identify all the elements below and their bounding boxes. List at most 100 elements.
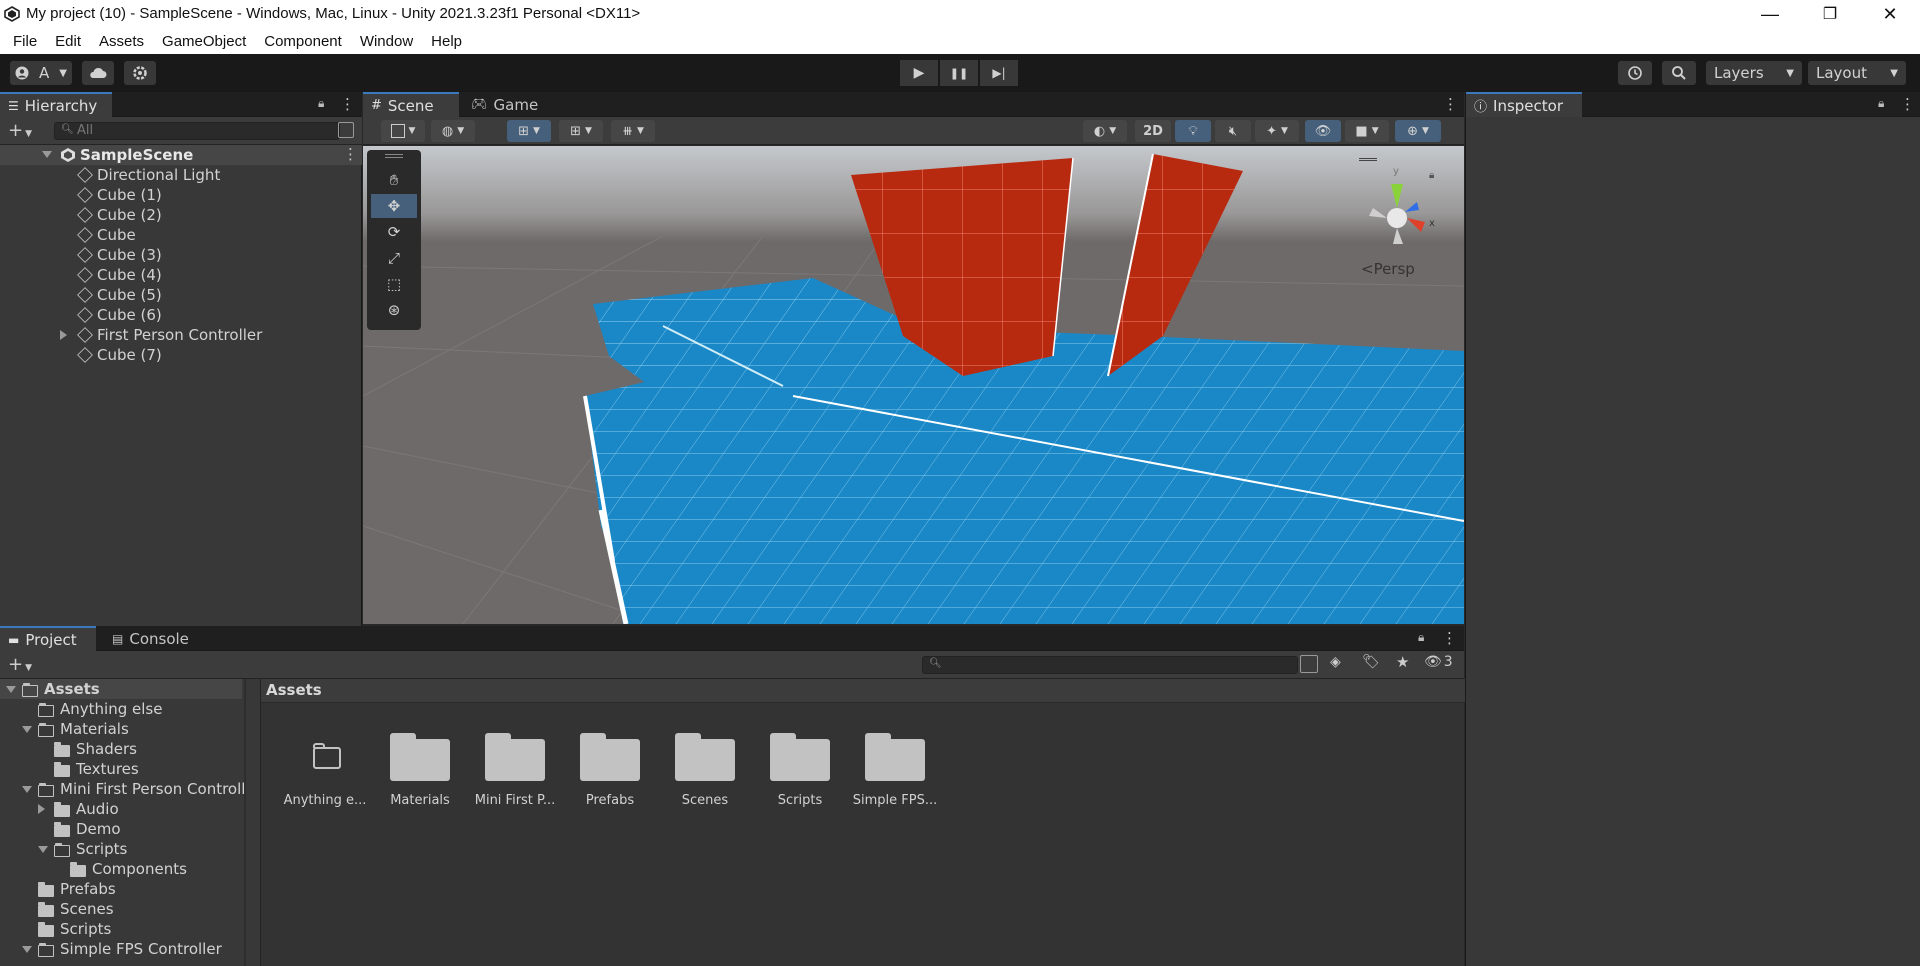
orientation-gizmo[interactable]: y x 🔒︎ — [1353, 156, 1453, 256]
asset-tile[interactable]: Mini First P... — [469, 703, 561, 813]
lighting-toggle[interactable]: 💡︎ — [1175, 120, 1211, 142]
layers-dropdown[interactable]: Layers ▼ — [1706, 61, 1802, 85]
increment-snap-dropdown[interactable]: ⊞ ▼ — [559, 120, 603, 142]
breadcrumb-assets[interactable]: Assets — [266, 681, 322, 699]
folder-tree-item[interactable]: Materials — [0, 719, 242, 739]
hierarchy-item[interactable]: Cube — [0, 225, 362, 245]
tab-project[interactable]: ▬ Project — [0, 626, 96, 651]
search-filter-icon[interactable] — [1300, 655, 1318, 673]
project-search-input[interactable]: 🔍︎ — [922, 656, 1298, 674]
expand-arrow-icon[interactable] — [22, 946, 32, 953]
drag-handle-icon[interactable] — [385, 154, 403, 158]
hierarchy-item[interactable]: Cube (5) — [0, 285, 362, 305]
hierarchy-item[interactable]: Cube (4) — [0, 265, 362, 285]
gizmos-dropdown[interactable]: ⊕ ▼ — [1395, 120, 1441, 142]
scale-tool-button[interactable]: ⤢ — [371, 246, 417, 270]
folder-tree-item[interactable]: Prefabs — [0, 879, 242, 899]
asset-tile[interactable]: Scenes — [659, 703, 751, 813]
expand-arrow-icon[interactable] — [6, 686, 16, 693]
menu-file[interactable]: File — [4, 33, 46, 50]
folder-tree-item[interactable]: Audio — [0, 799, 242, 819]
camera-dropdown[interactable]: ■ ▼ — [1345, 120, 1389, 142]
folder-tree-item[interactable]: Simple FPS Controller — [0, 939, 242, 959]
folder-tree-item[interactable]: Textures — [0, 759, 242, 779]
hierarchy-item[interactable]: Cube (1) — [0, 185, 362, 205]
draw-mode-dropdown[interactable]: ▼ — [381, 120, 425, 142]
grid-visibility-dropdown[interactable]: ⧻ ▼ — [611, 120, 655, 142]
folder-tree-item[interactable]: Scripts — [0, 919, 242, 939]
cloud-button[interactable] — [82, 61, 114, 85]
menu-window[interactable]: Window — [351, 33, 422, 50]
minimize-button[interactable]: — — [1740, 0, 1800, 28]
rotate-tool-button[interactable]: ⟳ — [371, 220, 417, 244]
menu-assets[interactable]: Assets — [90, 33, 153, 50]
grid-snap-dropdown[interactable]: ⊞ ▼ — [507, 120, 551, 142]
move-tool-button[interactable]: ✥ — [371, 194, 417, 218]
hierarchy-item[interactable]: Cube (3) — [0, 245, 362, 265]
kebab-menu-icon[interactable]: ⋮ — [343, 145, 358, 163]
folder-tree-item[interactable]: Components — [0, 859, 242, 879]
rect-tool-button[interactable]: ⬚ — [371, 272, 417, 296]
kebab-menu-icon[interactable]: ⋮ — [1442, 629, 1457, 647]
asset-tile[interactable]: Materials — [374, 703, 466, 813]
transform-tool-button[interactable]: ⊛ — [371, 298, 417, 322]
tab-console[interactable]: ▤ Console — [104, 626, 200, 651]
search-button[interactable] — [1662, 61, 1696, 85]
step-button[interactable]: ▶| — [980, 60, 1018, 86]
hierarchy-item[interactable]: Cube (2) — [0, 205, 362, 225]
folder-tree-item[interactable]: Scenes — [0, 899, 242, 919]
expand-arrow-icon[interactable] — [38, 846, 48, 853]
expand-arrow-icon[interactable] — [22, 786, 32, 793]
toggle-2d-button[interactable]: 2D — [1135, 120, 1171, 142]
expand-arrow-icon[interactable] — [42, 151, 52, 158]
pause-button[interactable]: ❚❚ — [940, 60, 978, 86]
visibility-toggle[interactable]: 👁︎ — [1305, 120, 1341, 142]
kebab-menu-icon[interactable]: ⋮ — [1443, 95, 1458, 113]
asset-tile[interactable]: Simple FPS... — [849, 703, 941, 813]
hierarchy-item[interactable]: Cube (7) — [0, 345, 362, 365]
menu-edit[interactable]: Edit — [46, 33, 90, 50]
scene-filter-icon[interactable] — [338, 122, 354, 138]
shading-dropdown[interactable]: ◐ ▼ — [1083, 120, 1127, 142]
close-button[interactable]: ✕ — [1860, 0, 1920, 28]
folder-tree-item[interactable]: Assets — [0, 679, 242, 699]
add-create-button[interactable]: + ▼ — [8, 120, 32, 141]
kebab-menu-icon[interactable]: ⋮ — [1900, 95, 1915, 113]
hierarchy-item[interactable]: First Person Controller — [0, 325, 362, 345]
hierarchy-search-input[interactable]: 🔍︎ All — [54, 122, 340, 140]
tree-scrollbar[interactable]: ▲ — [244, 679, 246, 966]
menu-component[interactable]: Component — [255, 33, 351, 50]
account-dropdown[interactable]: A ▼ — [10, 61, 72, 85]
asset-tile[interactable]: Prefabs — [564, 703, 656, 813]
expand-arrow-icon[interactable] — [22, 726, 32, 733]
folder-tree-item[interactable]: Demo — [0, 819, 242, 839]
filter-by-label-icon[interactable]: 🏷︎ — [1362, 654, 1380, 670]
add-create-button[interactable]: + ▼ — [8, 654, 32, 675]
effects-dropdown[interactable]: ✦ ▼ — [1255, 120, 1299, 142]
favorites-star-icon[interactable]: ★ — [1396, 653, 1409, 671]
lock-icon[interactable]: 🔒︎ — [1878, 96, 1884, 111]
projection-label[interactable]: <Persp — [1361, 260, 1415, 278]
folder-tree-item[interactable]: Scripts — [0, 839, 242, 859]
tab-inspector[interactable]: ⓘ Inspector — [1466, 92, 1582, 117]
folder-tree-item[interactable]: Shaders — [0, 739, 242, 759]
render-mode-dropdown[interactable]: ◍ ▼ — [431, 120, 475, 142]
folder-tree-item[interactable]: Anything else — [0, 699, 242, 719]
layout-dropdown[interactable]: Layout ▼ — [1808, 61, 1906, 85]
undo-history-button[interactable] — [1618, 61, 1652, 85]
scene-row[interactable]: SampleScene ⋮ — [0, 145, 362, 165]
tab-scene[interactable]: # Scene — [363, 92, 459, 117]
filter-by-type-icon[interactable]: ◈ — [1330, 654, 1341, 670]
hierarchy-item[interactable]: Directional Light — [0, 165, 362, 185]
kebab-menu-icon[interactable]: ⋮ — [340, 95, 355, 113]
audio-toggle[interactable]: 🔇︎ — [1215, 120, 1251, 142]
restore-button[interactable]: ❐ — [1800, 0, 1860, 28]
scene-viewport[interactable]: ✋︎ ✥ ⟳ ⤢ ⬚ ⊛ y x 🔒︎ <Persp — [363, 146, 1464, 624]
asset-tile[interactable]: Scripts — [754, 703, 846, 813]
play-button[interactable]: ▶ — [900, 60, 938, 86]
folder-tree-item[interactable]: Mini First Person Controll — [0, 779, 245, 799]
tab-hierarchy[interactable]: ☰ Hierarchy — [0, 92, 112, 117]
lock-icon[interactable]: 🔒︎ — [1429, 170, 1434, 181]
lock-icon[interactable]: 🔒︎ — [1418, 630, 1424, 645]
expand-arrow-icon[interactable] — [60, 330, 67, 340]
